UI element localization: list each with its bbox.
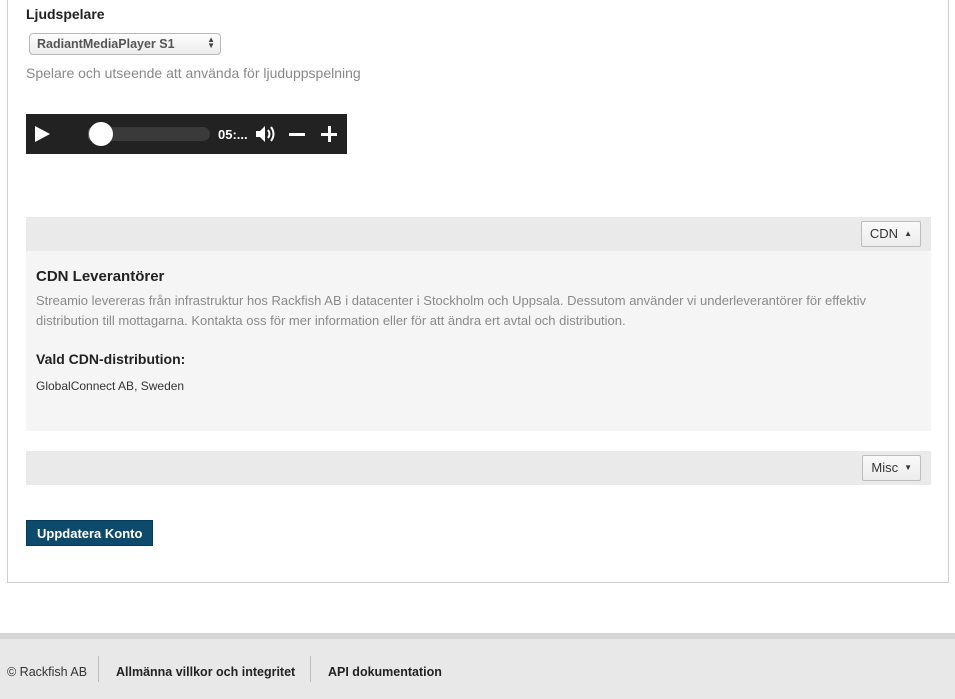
misc-toggle-button[interactable]: Misc ▼ — [862, 455, 921, 481]
audio-player-heading: Ljudspelare — [26, 6, 105, 22]
caret-down-icon: ▼ — [904, 463, 912, 472]
cdn-title: CDN Leverantörer — [36, 268, 165, 285]
api-docs-link[interactable]: API dokumentation — [328, 665, 442, 679]
volume-icon[interactable] — [255, 125, 277, 143]
volume-down-icon[interactable] — [289, 133, 305, 136]
audio-player-select[interactable]: RadiantMediaPlayer S1 ▲ ▼ — [29, 33, 221, 55]
time-display: 05:... — [218, 127, 248, 142]
footer-divider — [310, 656, 311, 682]
cdn-toggle-button[interactable]: CDN ▲ — [860, 221, 921, 247]
audio-player-help-text: Spelare och utseende att använda för lju… — [26, 65, 361, 81]
account-settings-panel: Ljudspelare RadiantMediaPlayer S1 ▲ ▼ Spe… — [7, 0, 949, 583]
footer: © Rackfish AB Allmänna villkor och integ… — [0, 633, 955, 699]
seek-handle[interactable] — [89, 122, 113, 146]
cdn-section-header: CDN ▲ — [26, 217, 931, 251]
selected-cdn-value: GlobalConnect AB, Sweden — [36, 379, 185, 393]
volume-up-icon[interactable] — [321, 126, 337, 142]
select-arrows-icon: ▲ ▼ — [207, 35, 215, 50]
selected-cdn-label: Vald CDN-distribution: — [36, 351, 186, 367]
update-account-button[interactable]: Uppdatera Konto — [26, 520, 154, 546]
cdn-description: Streamio levereras från infrastruktur ho… — [36, 293, 866, 328]
misc-toggle-label: Misc — [871, 460, 899, 475]
audio-player-preview: 05:... — [26, 114, 347, 154]
cdn-section-body: CDN Leverantörer Streamio levereras från… — [26, 251, 931, 431]
footer-copyright: © Rackfish AB — [7, 665, 88, 679]
audio-player-select-value: RadiantMediaPlayer S1 — [37, 37, 175, 51]
terms-link[interactable]: Allmänna villkor och integritet — [116, 665, 295, 679]
caret-up-icon: ▲ — [904, 229, 912, 238]
footer-divider — [98, 656, 99, 682]
cdn-toggle-label: CDN — [869, 226, 899, 241]
play-icon[interactable] — [35, 126, 50, 142]
misc-section-header: Misc ▼ — [26, 451, 931, 485]
